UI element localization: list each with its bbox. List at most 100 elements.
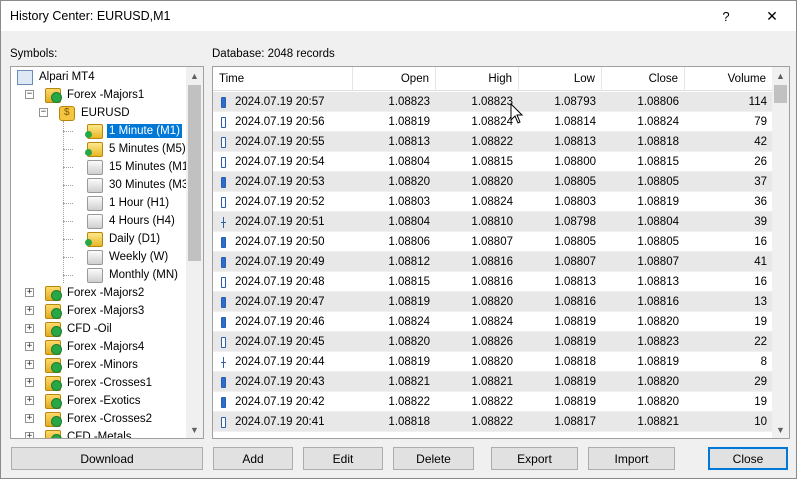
symbols-tree[interactable]: Alpari MT4 − Forex -Majors1 − EURUSD1 Minute… xyxy=(10,66,204,439)
cell-volume: 29 xyxy=(685,372,773,392)
tree-item[interactable]: Forex -Majors4 xyxy=(45,338,146,356)
candle-bull-icon xyxy=(221,236,226,248)
export-button[interactable]: Export xyxy=(491,447,578,470)
table-row[interactable]: 2024.07.19 20:49 1.08812 1.08816 1.08807 1.0… xyxy=(213,252,773,272)
tree-item[interactable]: Forex -Minors xyxy=(45,356,140,374)
table-row[interactable]: 2024.07.19 20:47 1.08819 1.08820 1.08816 1.0… xyxy=(213,292,773,312)
cell-close: 1.08806 xyxy=(602,92,685,112)
scroll-up-icon[interactable]: ▲ xyxy=(772,67,789,84)
tree-item[interactable]: Weekly (W) xyxy=(87,248,170,266)
tree-item[interactable]: CFD -Metals xyxy=(45,428,134,438)
candle-bear-icon xyxy=(221,196,226,208)
download-button[interactable]: Download xyxy=(11,447,203,470)
column-header-high[interactable]: High xyxy=(436,67,519,91)
table-row[interactable]: 2024.07.19 20:53 1.08820 1.08820 1.08805 1.0… xyxy=(213,172,773,192)
edit-button[interactable]: Edit xyxy=(303,447,383,470)
table-row[interactable]: 2024.07.19 20:51 1.08804 1.08810 1.08798 1.0… xyxy=(213,212,773,232)
table-scroll-thumb[interactable] xyxy=(774,85,787,103)
column-header-time[interactable]: Time xyxy=(213,67,353,91)
table-row[interactable]: 2024.07.19 20:56 1.08819 1.08824 1.08814 1.0… xyxy=(213,112,773,132)
cell-open: 1.08806 xyxy=(353,232,436,252)
tree-item[interactable]: Alpari MT4 xyxy=(17,68,97,86)
cell-high: 1.08820 xyxy=(436,292,519,312)
timeframe-icon xyxy=(85,231,103,247)
cell-open: 1.08824 xyxy=(353,312,436,332)
table-row[interactable]: 2024.07.19 20:50 1.08806 1.08807 1.08805 1.0… xyxy=(213,232,773,252)
cell-value: 1.08820 xyxy=(637,316,679,328)
expand-icon[interactable]: + xyxy=(25,288,34,297)
cell-open: 1.08818 xyxy=(353,412,436,432)
table-row[interactable]: 2024.07.19 20:44 1.08819 1.08820 1.08818 1.0… xyxy=(213,352,773,372)
timeframe-icon xyxy=(87,159,103,175)
cell-volume: 39 xyxy=(685,212,773,232)
column-header-low[interactable]: Low xyxy=(519,67,602,91)
table-row[interactable]: 2024.07.19 20:54 1.08804 1.08815 1.08800 1.0… xyxy=(213,152,773,172)
collapse-icon[interactable]: − xyxy=(25,90,34,99)
table-scrollbar[interactable]: ▲ ▼ xyxy=(772,67,789,438)
delete-button[interactable]: Delete xyxy=(393,447,474,470)
table-row[interactable]: 2024.07.19 20:45 1.08820 1.08826 1.08819 1.0… xyxy=(213,332,773,352)
tree-scroll-thumb[interactable] xyxy=(188,85,201,261)
table-row[interactable]: 2024.07.19 20:52 1.08803 1.08824 1.08803 1.0… xyxy=(213,192,773,212)
cell-low: 1.08793 xyxy=(519,92,602,112)
cell-value: 1.08819 xyxy=(554,316,596,328)
tree-item[interactable]: 1 Hour (H1) xyxy=(87,194,171,212)
cell-time: 2024.07.19 20:42 xyxy=(213,392,353,412)
cell-value: 1.08805 xyxy=(554,176,596,188)
expand-icon[interactable]: + xyxy=(25,306,34,315)
expand-icon[interactable]: + xyxy=(25,342,34,351)
tree-scrollbar[interactable]: ▲ ▼ xyxy=(186,67,203,438)
table-row[interactable]: 2024.07.19 20:43 1.08821 1.08821 1.08819 1.0… xyxy=(213,372,773,392)
tree-item[interactable]: Forex -Majors2 xyxy=(45,284,146,302)
column-header-volume[interactable]: Volume xyxy=(685,67,773,91)
tree-item[interactable]: Daily (D1) xyxy=(85,230,162,248)
title-bar[interactable]: History Center: EURUSD,M1 ? ✕ xyxy=(1,1,796,31)
collapse-icon[interactable]: − xyxy=(39,108,48,117)
import-button[interactable]: Import xyxy=(588,447,675,470)
tree-item[interactable]: Forex -Crosses2 xyxy=(45,410,154,428)
tree-item[interactable]: CFD -Oil xyxy=(45,320,114,338)
tree-item[interactable]: Monthly (MN) xyxy=(87,266,180,284)
scroll-up-icon[interactable]: ▲ xyxy=(186,67,203,84)
column-header-open[interactable]: Open xyxy=(353,67,436,91)
tree-item[interactable]: Forex -Crosses1 xyxy=(45,374,154,392)
column-header-close[interactable]: Close xyxy=(602,67,685,91)
cell-value: 1.08824 xyxy=(637,116,679,128)
close-button[interactable]: Close xyxy=(708,447,788,470)
tree-item[interactable]: EURUSD xyxy=(59,104,132,122)
history-center-window: History Center: EURUSD,M1 ? ✕ Symbols: D… xyxy=(0,0,797,479)
expand-icon[interactable]: + xyxy=(25,396,34,405)
expand-icon[interactable]: + xyxy=(25,360,34,369)
expand-icon[interactable]: + xyxy=(25,414,34,423)
cell-value: 2024.07.19 20:48 xyxy=(235,276,325,288)
cell-value: 1.08823 xyxy=(637,336,679,348)
table-row[interactable]: 2024.07.19 20:48 1.08815 1.08816 1.08813 1.0… xyxy=(213,272,773,292)
cell-value: 1.08820 xyxy=(388,336,430,348)
tree-item[interactable]: 1 Minute (M1) xyxy=(85,122,182,140)
help-button[interactable]: ? xyxy=(706,1,746,31)
add-button[interactable]: Add xyxy=(213,447,293,470)
history-table[interactable]: Time Open High Low Close Volume 2024.07.… xyxy=(212,66,790,439)
tree-item[interactable]: 4 Hours (H4) xyxy=(87,212,177,230)
close-window-button[interactable]: ✕ xyxy=(752,1,792,31)
tree-item[interactable]: Forex -Exotics xyxy=(45,392,143,410)
table-row[interactable]: 2024.07.19 20:42 1.08822 1.08822 1.08819 1.0… xyxy=(213,392,773,412)
expand-icon[interactable]: + xyxy=(25,324,34,333)
cell-volume: 36 xyxy=(685,192,773,212)
table-row[interactable]: 2024.07.19 20:57 1.08823 1.08823 1.08793 1.0… xyxy=(213,92,773,112)
tree-item[interactable]: 5 Minutes (M5) xyxy=(85,140,188,158)
tree-item[interactable]: Forex -Majors3 xyxy=(45,302,146,320)
table-row[interactable]: 2024.07.19 20:55 1.08813 1.08822 1.08813 1.0… xyxy=(213,132,773,152)
cell-open: 1.08803 xyxy=(353,192,436,212)
cell-value: 2024.07.19 20:57 xyxy=(235,96,325,108)
scroll-down-icon[interactable]: ▼ xyxy=(186,421,203,438)
table-row[interactable]: 2024.07.19 20:41 1.08818 1.08822 1.08817 1.0… xyxy=(213,412,773,432)
tree-item[interactable]: 15 Minutes (M15) xyxy=(87,158,200,176)
expand-icon[interactable]: + xyxy=(25,432,34,438)
table-row[interactable]: 2024.07.19 20:46 1.08824 1.08824 1.08819 1.0… xyxy=(213,312,773,332)
tree-item[interactable]: Forex -Majors1 xyxy=(45,86,146,104)
scroll-down-icon[interactable]: ▼ xyxy=(772,421,789,438)
tree-item[interactable]: 30 Minutes (M30) xyxy=(87,176,200,194)
cell-value: 16 xyxy=(754,236,767,248)
expand-icon[interactable]: + xyxy=(25,378,34,387)
